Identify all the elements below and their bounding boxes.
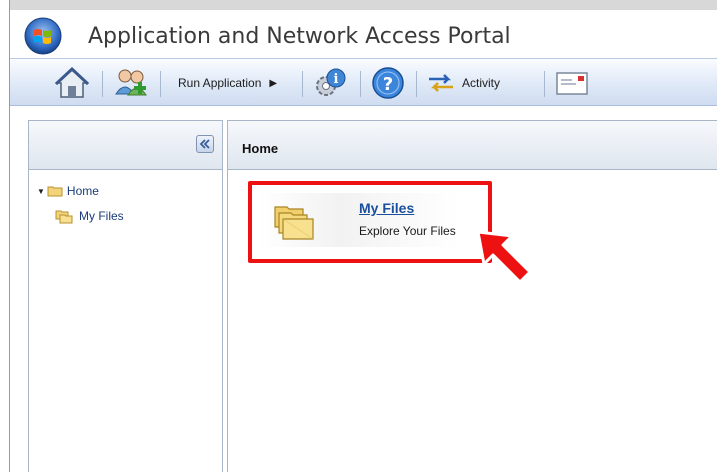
help-button[interactable]: ? xyxy=(370,65,406,101)
tree-item-label: My Files xyxy=(79,209,124,223)
home-icon xyxy=(54,66,90,98)
windows-logo-icon xyxy=(24,17,62,55)
content-title: Home xyxy=(242,141,279,156)
expand-arrow-icon[interactable]: ▼ xyxy=(37,187,45,196)
toolbar: Run Application ▶ i ? Activity xyxy=(10,58,717,106)
message-icon xyxy=(556,72,588,95)
message-button[interactable] xyxy=(554,65,590,101)
collapse-panel-button[interactable] xyxy=(196,135,214,153)
svg-text:i: i xyxy=(334,72,339,87)
properties-button[interactable]: i xyxy=(312,65,348,101)
navigation-panel-header xyxy=(28,120,223,170)
tree-item-label: Home xyxy=(66,184,99,198)
app-title: Application and Network Access Portal xyxy=(88,24,511,49)
folder-icon xyxy=(47,186,63,197)
toolbar-spacer xyxy=(10,106,717,120)
home-button[interactable] xyxy=(54,65,90,101)
add-user-icon xyxy=(115,69,147,96)
help-icon: ? xyxy=(372,67,404,99)
navigation-tree: ▼ Home My Files xyxy=(28,170,223,472)
add-user-button[interactable] xyxy=(114,65,150,101)
activity-label: Activity xyxy=(462,76,501,90)
tree-item-my-files[interactable]: My Files xyxy=(55,208,124,224)
gear-info-icon: i xyxy=(316,68,346,96)
window-top-border xyxy=(0,0,717,10)
activity-button[interactable]: Activity xyxy=(426,65,500,101)
tree-item-home[interactable]: ▼ Home xyxy=(37,184,99,198)
highlight-box xyxy=(248,181,492,263)
submenu-arrow-icon: ▶ xyxy=(269,77,278,89)
shared-folder-icon xyxy=(55,210,73,224)
double-chevron-left-icon xyxy=(199,139,210,149)
run-application-label: Run Application xyxy=(178,76,262,90)
pointer-arrow-icon xyxy=(476,230,532,284)
window-left-border xyxy=(0,0,10,472)
activity-arrows-icon xyxy=(429,74,453,92)
svg-text:?: ? xyxy=(383,74,393,95)
run-application-button[interactable]: Run Application ▶ xyxy=(178,65,277,101)
content-panel-header: Home xyxy=(227,120,717,170)
